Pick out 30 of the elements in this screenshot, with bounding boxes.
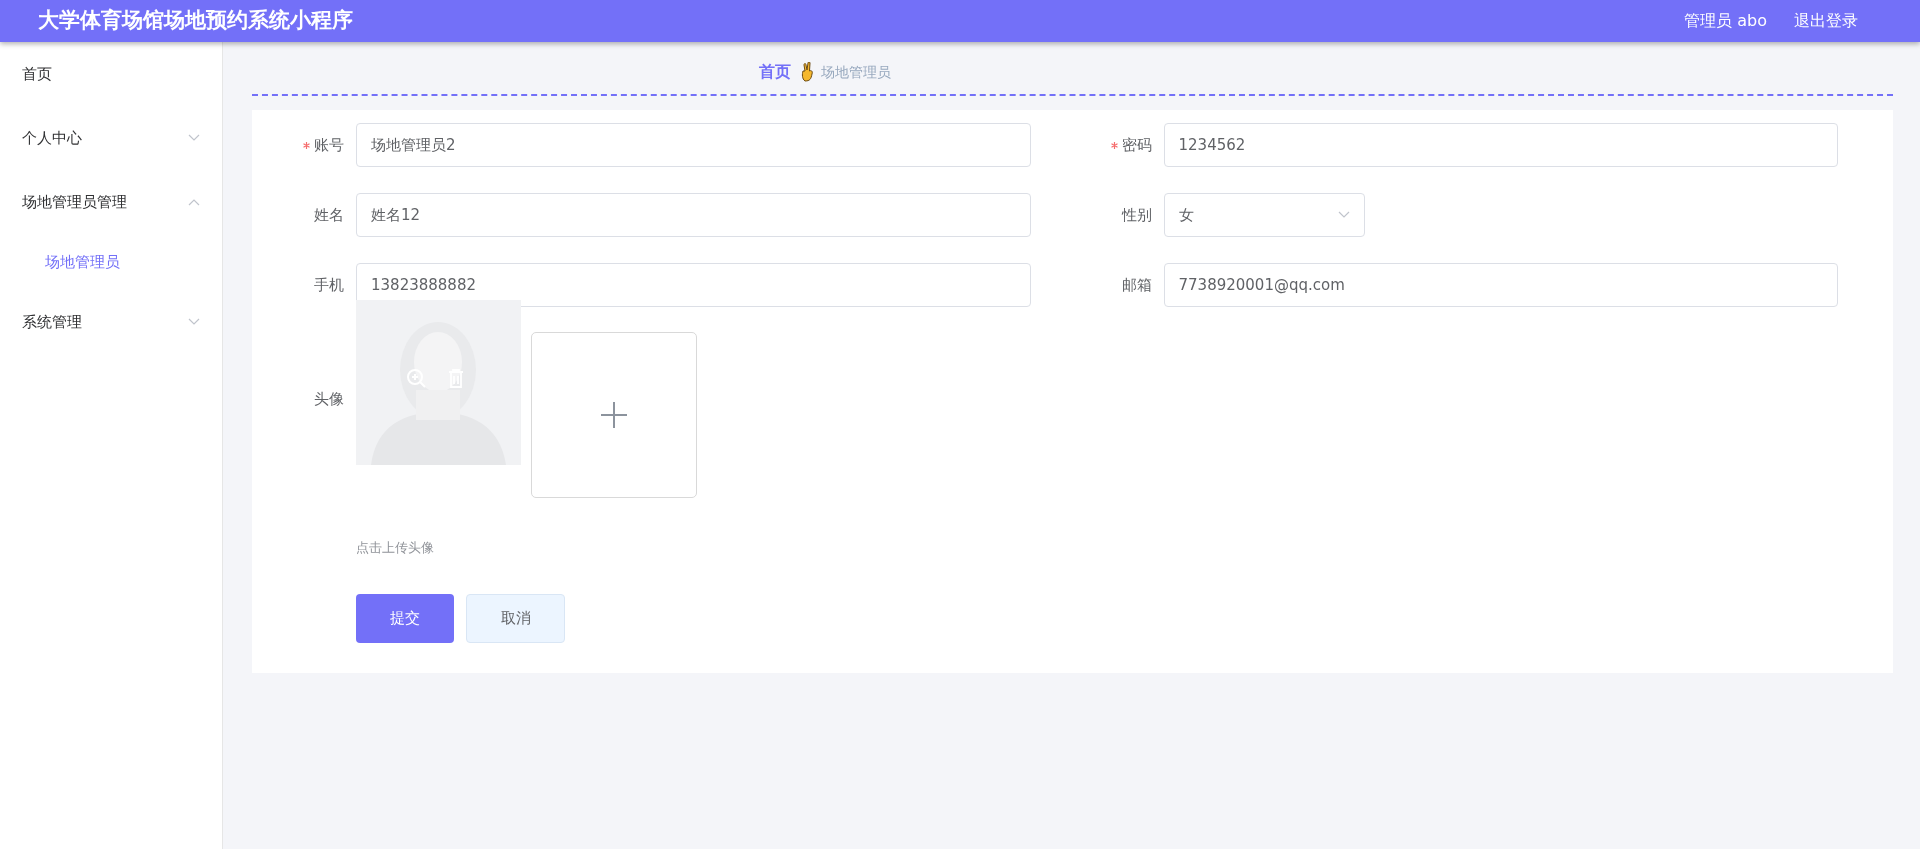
- chevron-icon: [1337, 211, 1350, 219]
- user-label: 管理员 abo: [1684, 10, 1767, 32]
- plus-icon: [601, 402, 627, 428]
- field-label: 姓名: [314, 204, 344, 226]
- sidebar-item[interactable]: 场地管理员管理: [0, 170, 222, 234]
- input-field[interactable]: 场地管理员2: [356, 123, 1031, 167]
- submit-button[interactable]: 提交: [356, 593, 454, 643]
- input-field[interactable]: 13823888882: [356, 263, 1031, 307]
- input-field[interactable]: 7738920001@qq.com: [1163, 263, 1838, 307]
- select-field[interactable]: 女: [1163, 193, 1365, 237]
- input-field[interactable]: 姓名12: [356, 193, 1031, 237]
- field-label: 账号: [314, 134, 344, 156]
- upload-hint: 点击上传头像: [356, 539, 435, 557]
- sidebar-item[interactable]: 首页: [0, 42, 222, 106]
- field-label: 邮箱: [1121, 274, 1152, 296]
- field-label: 手机: [314, 274, 344, 296]
- app-title: 大学体育场馆场地预约系统小程序: [38, 7, 353, 35]
- breadcrumb-link[interactable]: 首页: [759, 60, 791, 84]
- breadcrumb-current: 场地管理员: [821, 62, 891, 82]
- sidebar-subitem[interactable]: 场地管理员: [0, 234, 222, 290]
- sidebar-item[interactable]: 个人中心: [0, 106, 222, 170]
- upload-button[interactable]: [531, 332, 697, 498]
- field-label: 密码: [1121, 134, 1152, 156]
- field-label: 头像: [314, 388, 344, 410]
- logout-link[interactable]: 退出登录: [1794, 9, 1858, 33]
- input-field[interactable]: 1234562: [1163, 123, 1838, 167]
- hand-icon: [799, 62, 813, 82]
- cancel-button[interactable]: 取消: [466, 593, 565, 643]
- field-label: 性别: [1121, 204, 1152, 226]
- sidebar-item[interactable]: 系统管理: [0, 290, 222, 354]
